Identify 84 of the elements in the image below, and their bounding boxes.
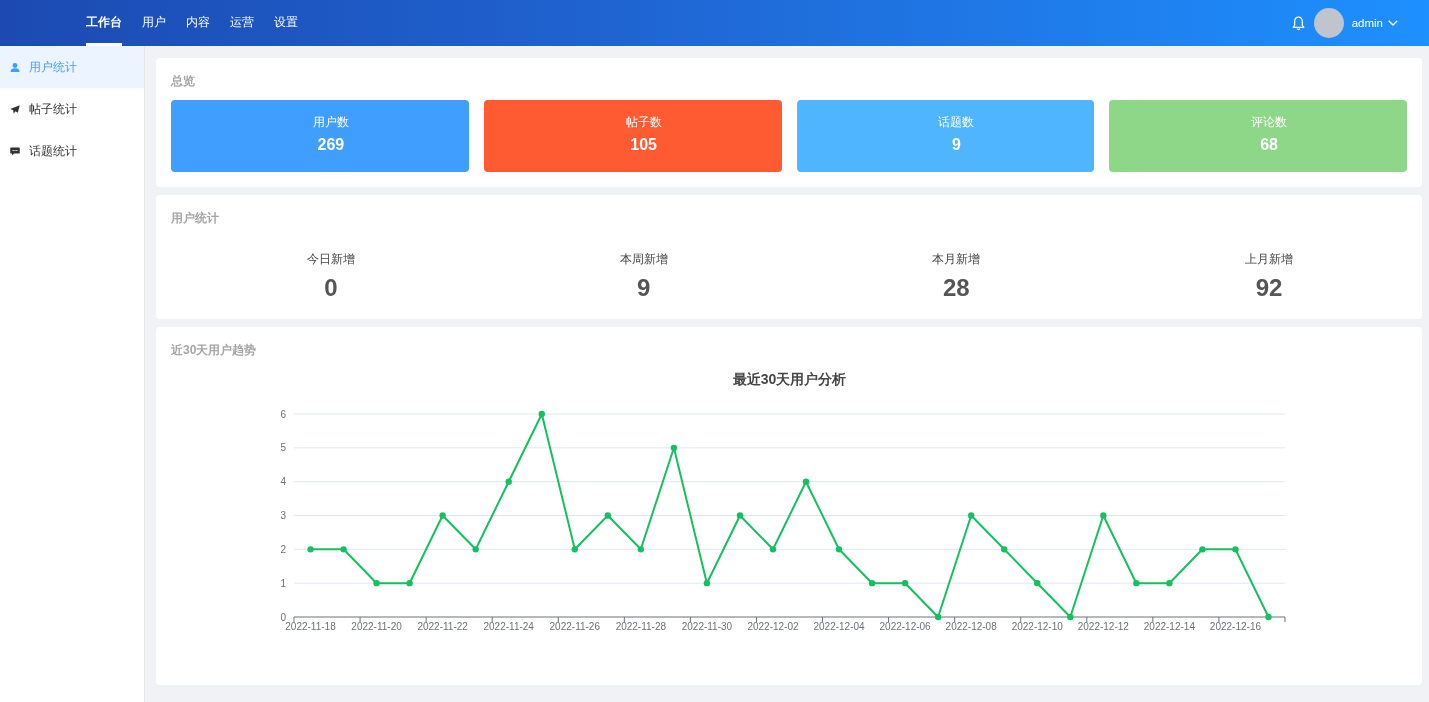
tile-label: 用户数: [312, 114, 349, 131]
section-title: 总览: [171, 73, 196, 90]
stat-label: 上月新增: [1245, 251, 1294, 268]
data-point: [901, 579, 909, 587]
data-point: [505, 478, 512, 485]
data-point: [1232, 546, 1239, 553]
nav-tab[interactable]: 运营: [230, 0, 254, 46]
notification-bell-icon[interactable]: [1291, 15, 1305, 31]
data-point: [307, 546, 314, 553]
stat-value: 92: [1255, 273, 1283, 303]
chevron-down-icon: [1388, 20, 1398, 26]
x-axis-label: 2022-11-30: [681, 621, 733, 632]
section-title: 近30天用户趋势: [171, 342, 258, 359]
x-axis-label: 2022-11-28: [615, 621, 667, 632]
stat-label: 今日新增: [306, 251, 355, 268]
data-point: [1265, 613, 1272, 621]
nav-tab[interactable]: 设置: [274, 0, 298, 46]
data-point: [340, 546, 347, 553]
data-point: [406, 579, 413, 587]
tile-label: 话题数: [938, 114, 975, 131]
data-point: [604, 512, 611, 519]
data-point: [670, 444, 678, 452]
x-axis-label: 2022-12-02: [747, 621, 799, 632]
data-point: [736, 512, 744, 519]
x-axis-label: 2022-12-06: [879, 621, 931, 632]
tile-value: 68: [1260, 135, 1278, 155]
y-axis-label: 3: [280, 510, 286, 521]
data-point: [1199, 546, 1206, 553]
tile-value: 9: [951, 135, 961, 155]
stat-value: 9: [636, 273, 651, 303]
data-point: [703, 579, 711, 587]
sidebar-item[interactable]: 帖子统计: [0, 88, 144, 130]
x-axis-label: 2022-11-22: [417, 621, 468, 632]
nav-tab[interactable]: 内容: [186, 0, 210, 46]
data-point: [868, 579, 876, 587]
data-point: [968, 512, 975, 519]
data-point: [472, 546, 479, 553]
tile-label: 评论数: [1251, 114, 1288, 131]
nav-tab[interactable]: 用户: [142, 0, 166, 46]
x-axis-label: 2022-12-12: [1077, 621, 1129, 632]
x-axis-label: 2022-11-18: [285, 621, 336, 632]
tile-label: 帖子数: [625, 114, 662, 131]
x-axis-label: 2022-12-10: [1011, 621, 1063, 632]
x-axis-label: 2022-12-14: [1143, 621, 1195, 632]
x-axis-label: 2022-11-20: [351, 621, 402, 632]
data-point: [934, 613, 942, 621]
y-axis-label: 2: [280, 543, 286, 555]
data-point: [802, 478, 810, 485]
data-point: [1133, 579, 1140, 587]
tile-value: 269: [317, 135, 345, 155]
x-axis-label: 2022-12-16: [1209, 621, 1262, 632]
y-axis-label: 0: [280, 611, 286, 623]
stat-value: 0: [324, 273, 338, 303]
data-point: [637, 546, 645, 553]
data-point: [1001, 546, 1008, 553]
y-axis-label: 4: [280, 476, 286, 488]
data-point: [835, 546, 843, 553]
chat-bubble-icon: [10, 146, 20, 156]
data-point: [571, 546, 578, 553]
x-axis-label: 2022-12-08: [945, 621, 997, 632]
data-point: [1100, 512, 1107, 519]
data-point: [439, 512, 446, 519]
data-point: [1034, 579, 1041, 587]
data-point: [373, 579, 380, 587]
section-title: 用户统计: [171, 210, 220, 227]
x-axis-label: 2022-11-26: [549, 621, 600, 632]
tile-value: 105: [630, 135, 657, 155]
chart-title: 最近30天用户分析: [732, 371, 847, 387]
x-axis-label: 2022-12-04: [813, 621, 865, 632]
y-axis-label: 5: [280, 442, 286, 454]
avatar-circle[interactable]: [1313, 8, 1344, 38]
data-point: [538, 410, 545, 418]
person-icon: [10, 62, 20, 72]
data-point: [1067, 613, 1074, 621]
sidebar-item[interactable]: 话题统计: [0, 130, 144, 172]
stat-label: 本周新增: [619, 251, 668, 268]
data-point: [769, 546, 777, 553]
x-axis-label: 2022-11-24: [483, 621, 534, 632]
data-point: [1166, 579, 1173, 587]
y-axis-label: 6: [280, 408, 286, 420]
stat-label: 本月新增: [932, 251, 981, 268]
stat-value: 28: [943, 273, 970, 303]
paper-plane-icon: [10, 104, 20, 114]
y-axis-label: 1: [280, 577, 286, 589]
